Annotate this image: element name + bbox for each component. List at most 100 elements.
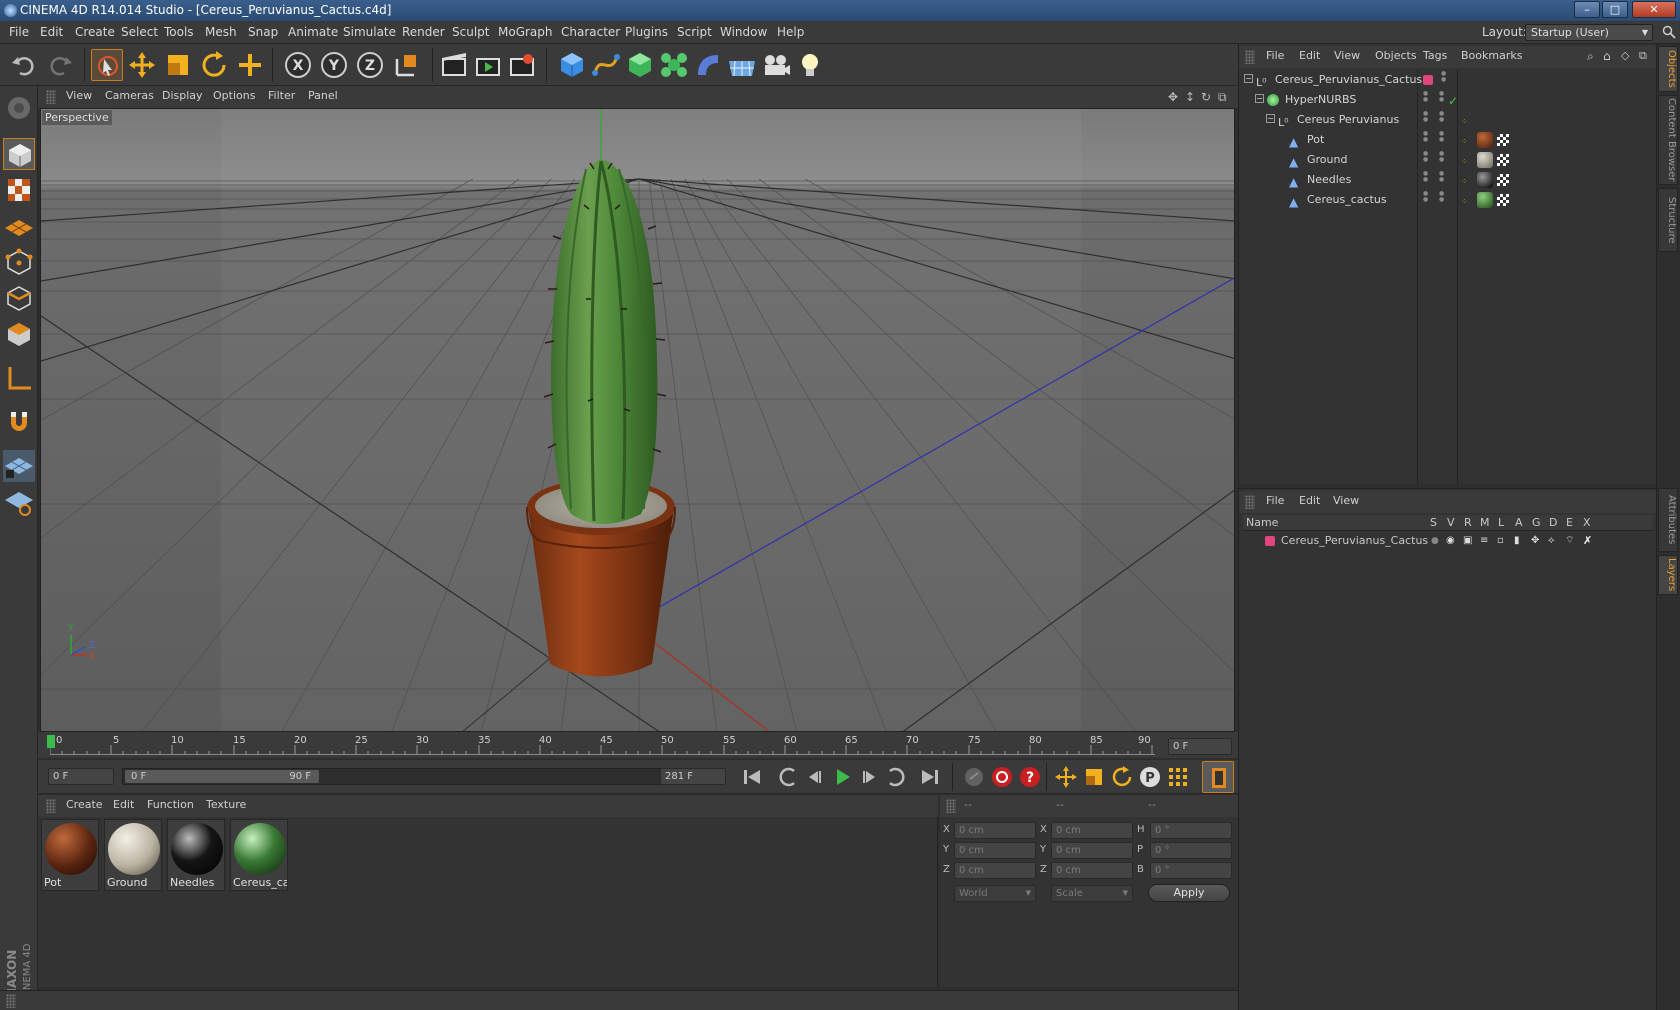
end-frame-field[interactable]: 281 F: [660, 768, 726, 785]
layer-manager-icon[interactable]: ≡: [1480, 532, 1488, 550]
menu-animate[interactable]: Animate: [288, 21, 338, 44]
rotation-b-field[interactable]: 0 °: [1150, 862, 1232, 879]
material-tag-icon[interactable]: [1477, 172, 1493, 188]
go-to-start-icon[interactable]: [736, 761, 768, 793]
y-axis-lock-icon[interactable]: Y: [318, 49, 350, 81]
position-z-field[interactable]: 0 cm: [954, 862, 1036, 879]
collapse-toggle-icon[interactable]: −: [1255, 94, 1264, 103]
live-selection-button[interactable]: [91, 49, 123, 81]
axis-mode-icon[interactable]: [3, 362, 35, 394]
object-name[interactable]: Pot: [1307, 130, 1324, 150]
layer-col-expressions[interactable]: E: [1566, 515, 1573, 531]
timeline-track[interactable]: 0 5 10 15 20 25 30 35 40 45 50 55 60 65 …: [47, 735, 1155, 755]
menu-file[interactable]: File: [9, 21, 29, 44]
menu-character[interactable]: Character: [561, 21, 620, 44]
render-dots-icon[interactable]: ● ●: [1439, 131, 1444, 143]
menu-sculpt[interactable]: Sculpt: [452, 21, 489, 44]
menu-plugins[interactable]: Plugins: [625, 21, 668, 44]
menu-render[interactable]: Render: [402, 21, 445, 44]
phong-tag-icon[interactable]: ⁘: [1461, 192, 1468, 212]
layer-render-icon[interactable]: ▣: [1463, 532, 1472, 550]
visibility-dots-icon[interactable]: ● ●: [1423, 171, 1428, 183]
layer-col-locked[interactable]: L: [1498, 515, 1504, 531]
material-swatch-cereus-cactus[interactable]: Cereus_cac: [230, 819, 288, 891]
object-name[interactable]: Cereus_Peruvianus_Cactus: [1275, 70, 1422, 90]
tab-content-browser[interactable]: Content Browser: [1658, 95, 1678, 185]
visibility-dots-icon[interactable]: ● ●: [1423, 191, 1428, 203]
frame-range-track[interactable]: 0 F 90 F: [122, 768, 692, 785]
material-swatch-needles[interactable]: Needles: [167, 819, 225, 891]
material-menu-create[interactable]: Create: [66, 795, 103, 815]
playhead-marker[interactable]: [47, 735, 55, 748]
viewport-menu-cameras[interactable]: Cameras: [105, 86, 154, 106]
redo-button[interactable]: [44, 49, 76, 81]
next-keyframe-icon[interactable]: [880, 761, 912, 793]
menu-snap[interactable]: Snap: [248, 21, 278, 44]
edges-mode-icon[interactable]: [3, 282, 35, 314]
render-dots-icon[interactable]: ● ●: [1439, 111, 1444, 123]
timeline-ruler[interactable]: 0 5 10 15 20 25 30 35 40 45 50 55 60 65 …: [38, 732, 1238, 758]
texture-tag-icon[interactable]: [1497, 194, 1509, 206]
render-dots-icon[interactable]: ● ●: [1439, 191, 1444, 203]
material-swatch-pot[interactable]: Pot: [41, 819, 99, 891]
menu-mograph[interactable]: MoGraph: [498, 21, 553, 44]
phong-tag-icon[interactable]: ⁘: [1461, 112, 1468, 132]
visibility-dots-icon[interactable]: ● ●: [1423, 111, 1428, 123]
rotate-tool-icon[interactable]: [198, 49, 230, 81]
object-name[interactable]: Ground: [1307, 150, 1347, 170]
layer-menu-view[interactable]: View: [1333, 491, 1359, 511]
object-menu-file[interactable]: File: [1266, 46, 1284, 66]
layer-menu-edit[interactable]: Edit: [1299, 491, 1320, 511]
layer-xref-icon[interactable]: ✗: [1583, 532, 1592, 550]
viewport-menu-panel[interactable]: Panel: [308, 86, 338, 106]
layer-menu-file[interactable]: File: [1266, 491, 1284, 511]
minimize-button[interactable]: –: [1574, 1, 1600, 18]
deformer-icon[interactable]: [692, 49, 724, 81]
layer-col-xref[interactable]: X: [1583, 515, 1591, 531]
render-view-icon[interactable]: [438, 49, 470, 81]
layer-col-name[interactable]: Name: [1246, 515, 1278, 531]
menu-tools[interactable]: Tools: [164, 21, 194, 44]
position-y-field[interactable]: 0 cm: [954, 842, 1036, 859]
scale-tool-icon[interactable]: [162, 49, 194, 81]
tab-attributes[interactable]: Attributes: [1658, 488, 1678, 552]
layer-col-generators[interactable]: G: [1532, 515, 1541, 531]
object-name[interactable]: Needles: [1307, 170, 1351, 190]
layer-row[interactable]: Cereus_Peruvianus_Cactus ● ◉ ▣ ≡ ▫ ▮ ✥ ⟡…: [1243, 532, 1653, 550]
go-to-end-icon[interactable]: [914, 761, 946, 793]
layer-generator-icon[interactable]: ✥: [1531, 532, 1539, 550]
tab-structure[interactable]: Structure: [1658, 188, 1678, 252]
position-x-field[interactable]: 0 cm: [954, 822, 1036, 839]
layer-name[interactable]: Cereus_Peruvianus_Cactus: [1281, 532, 1428, 550]
tree-row-needles[interactable]: ▲ Needles ● ● ● ● ⁘: [1239, 170, 1657, 190]
tree-row-cereus-cactus[interactable]: ▲ Cereus_cactus ● ● ● ● ⁘: [1239, 190, 1657, 210]
texture-tag-icon[interactable]: [1497, 174, 1509, 186]
object-name[interactable]: Cereus Peruvianus: [1297, 110, 1399, 130]
tree-row-cereus-peruvianus[interactable]: − L⁰ Cereus Peruvianus ● ● ● ● ⁘: [1239, 110, 1657, 130]
object-tree[interactable]: − L⁰ Cereus_Peruvianus_Cactus ● ● − Hyper…: [1239, 70, 1657, 484]
key-pla-icon[interactable]: [1162, 761, 1194, 793]
render-dots-icon[interactable]: ● ●: [1439, 171, 1444, 183]
size-x-field[interactable]: 0 cm: [1051, 822, 1133, 839]
floor-scene-icon[interactable]: [726, 49, 758, 81]
tree-row-pot[interactable]: ▲ Pot ● ● ● ● ⁘: [1239, 130, 1657, 150]
visibility-dots-icon[interactable]: ● ●: [1441, 71, 1446, 83]
layer-col-render[interactable]: R: [1464, 515, 1472, 531]
menu-edit[interactable]: Edit: [40, 21, 63, 44]
object-menu-bookmarks[interactable]: Bookmarks: [1461, 46, 1522, 66]
coordinate-system-icon[interactable]: [390, 49, 422, 81]
menu-window[interactable]: Window: [720, 21, 767, 44]
viewport-menu-filter[interactable]: Filter: [268, 86, 295, 106]
material-menu-function[interactable]: Function: [147, 795, 194, 815]
enabled-check-icon[interactable]: ✓: [1448, 91, 1458, 111]
render-picture-viewer-icon[interactable]: [472, 49, 504, 81]
material-menu-edit[interactable]: Edit: [113, 795, 134, 815]
object-menu-view[interactable]: View: [1334, 46, 1360, 66]
rotation-p-field[interactable]: 0 °: [1150, 842, 1232, 859]
material-tag-icon[interactable]: [1477, 152, 1493, 168]
layer-col-view[interactable]: V: [1447, 515, 1455, 531]
size-z-field[interactable]: 0 cm: [1051, 862, 1133, 879]
recent-tool-icon[interactable]: [234, 49, 266, 81]
rotation-h-field[interactable]: 0 °: [1150, 822, 1232, 839]
viewport-maximize-icon[interactable]: ⧉: [1218, 90, 1227, 105]
